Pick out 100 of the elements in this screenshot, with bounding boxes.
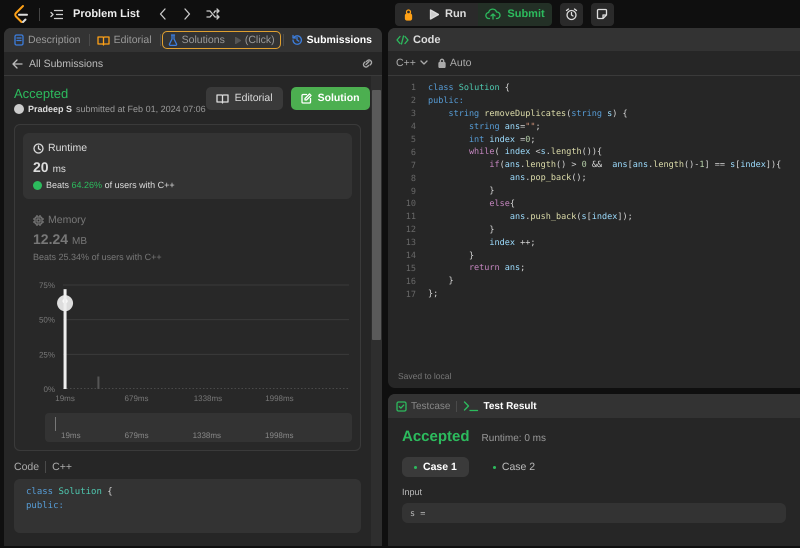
author-name: Pradeep S bbox=[28, 104, 72, 114]
code-line: }; bbox=[428, 288, 438, 302]
list-icon bbox=[50, 8, 63, 20]
tab-label: Testcase bbox=[411, 400, 450, 412]
line-number: 9 bbox=[410, 186, 417, 197]
arrow-left-icon bbox=[12, 58, 23, 68]
book-icon bbox=[216, 92, 229, 104]
save-status: Saved to local bbox=[397, 371, 452, 383]
code-line: class Solution { bbox=[26, 486, 114, 499]
code-line: while( index <s.length()){ bbox=[468, 146, 602, 160]
stat-title: Runtime bbox=[48, 142, 88, 154]
cloud-upload-icon bbox=[485, 8, 502, 20]
code-line: ans.push_back(s[index]); bbox=[508, 210, 633, 224]
tab[interactable]: Submissions bbox=[284, 31, 378, 49]
range-label: 1338ms bbox=[192, 431, 222, 440]
code-line: } bbox=[447, 275, 454, 288]
code-line: if(ans.length() > 0 && ans[ans.length()-1] == s[index]){ bbox=[488, 159, 782, 172]
run-button[interactable]: Run bbox=[422, 2, 478, 26]
tab-label: Solutions bbox=[182, 34, 225, 46]
tab-label: Test Result bbox=[483, 400, 537, 412]
code-line: else{ bbox=[488, 198, 516, 211]
flask-icon bbox=[168, 34, 178, 46]
tab-label: Submissions bbox=[306, 34, 372, 46]
axis-label: 0% bbox=[43, 385, 55, 394]
tab-label: Editorial bbox=[114, 34, 152, 46]
terminal-icon bbox=[463, 400, 480, 412]
play-icon bbox=[234, 36, 241, 44]
chart-bar bbox=[97, 376, 100, 389]
debug-button[interactable] bbox=[395, 2, 422, 26]
editorial-button[interactable]: Editorial bbox=[206, 86, 283, 110]
case-label: Case 2 bbox=[502, 461, 536, 473]
line-number: 7 bbox=[410, 160, 417, 171]
stat-panel[interactable]: Runtime 20 ms Beats 64.26% of users with C++ bbox=[23, 133, 352, 199]
axis-label: 25% bbox=[38, 350, 55, 360]
case-tab[interactable]: Case 2 bbox=[480, 457, 548, 477]
lock-icon bbox=[438, 58, 446, 68]
line-number: 2 bbox=[410, 96, 417, 106]
beats-text: Beats 25.34% of users with C++ bbox=[33, 252, 162, 262]
axis-label: 50% bbox=[38, 316, 55, 325]
code-language: C++ bbox=[52, 461, 72, 473]
shuffle-button[interactable] bbox=[206, 8, 220, 20]
language-dropdown[interactable]: C++ bbox=[396, 57, 428, 69]
code-line: index ++; bbox=[488, 236, 536, 250]
tab[interactable]: Description bbox=[8, 31, 87, 49]
code-line: string ans=""; bbox=[468, 120, 541, 134]
chevron-left-icon bbox=[158, 8, 168, 20]
tab[interactable]: Testcase bbox=[396, 400, 450, 412]
code-line: } bbox=[468, 250, 474, 262]
line-number: 4 bbox=[410, 122, 417, 132]
passed-dot-icon bbox=[414, 466, 417, 468]
axis-label: 1338ms bbox=[194, 394, 222, 403]
link-icon bbox=[361, 58, 374, 69]
tab[interactable]: Test Result bbox=[463, 400, 537, 412]
line-number: 10 bbox=[404, 199, 417, 210]
line-number: 14 bbox=[404, 251, 417, 262]
panel-title: Code bbox=[413, 34, 440, 46]
result-status: Accepted bbox=[402, 428, 470, 445]
line-number: 3 bbox=[410, 109, 417, 120]
line-number: 5 bbox=[410, 135, 417, 145]
code-line: public: bbox=[428, 94, 464, 108]
submit-button[interactable]: Submit bbox=[478, 2, 552, 26]
chevron-right-button[interactable] bbox=[182, 8, 192, 20]
alarm-clock-icon bbox=[564, 8, 578, 20]
tab[interactable]: Solutions (Click) bbox=[162, 31, 281, 49]
note-button[interactable] bbox=[590, 2, 614, 26]
code-line: ans.pop_back(); bbox=[508, 172, 587, 186]
line-number: 6 bbox=[410, 148, 417, 158]
auto-mode[interactable]: Auto bbox=[438, 57, 472, 69]
stat-value: 12.24 bbox=[33, 231, 68, 247]
code-line: return ans; bbox=[468, 262, 526, 276]
tab-label: Description bbox=[28, 34, 81, 46]
range-label: 1998ms bbox=[265, 431, 294, 440]
input-value: s = bbox=[402, 503, 786, 523]
axis-label: 75% bbox=[38, 281, 55, 290]
chevron-left-button[interactable] bbox=[158, 8, 168, 20]
line-number: 12 bbox=[404, 225, 417, 236]
case-tab[interactable]: Case 1 bbox=[402, 457, 469, 477]
stat-title: Memory bbox=[48, 214, 86, 226]
alarm-button[interactable] bbox=[560, 2, 583, 26]
input-label: Input bbox=[402, 487, 424, 497]
document-icon bbox=[14, 34, 24, 46]
code-line: string removeDuplicates(string s) { bbox=[447, 108, 628, 121]
checkbox-icon bbox=[396, 400, 407, 412]
submission-time: submitted at Feb 01, 2024 07:06 bbox=[76, 104, 206, 114]
clock-icon bbox=[33, 142, 44, 154]
stat-unit: MB bbox=[72, 236, 88, 247]
tab[interactable]: Editorial bbox=[90, 31, 158, 49]
line-number: 15 bbox=[404, 264, 417, 274]
avatar bbox=[14, 104, 24, 114]
axis-label: 679ms bbox=[124, 394, 149, 403]
line-number: 17 bbox=[404, 290, 417, 300]
code-line: } bbox=[488, 224, 495, 237]
code-label: Code bbox=[14, 461, 40, 473]
runtime-text: Runtime: 0 ms bbox=[482, 433, 546, 444]
back-link[interactable]: All Submissions bbox=[12, 58, 104, 70]
chevron-down-icon bbox=[420, 60, 428, 66]
range-label: 19ms bbox=[61, 431, 81, 440]
note-icon bbox=[596, 8, 608, 20]
beats-text: Beats 64.26% of users with C++ bbox=[46, 180, 175, 190]
history-icon bbox=[290, 34, 303, 46]
